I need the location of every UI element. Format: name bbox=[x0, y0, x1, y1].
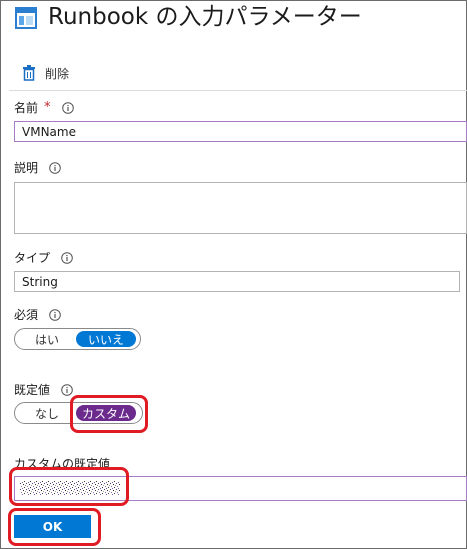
default-value-label: 既定値 bbox=[14, 383, 51, 397]
required-indicator: * bbox=[44, 100, 51, 115]
toolbar-divider bbox=[9, 90, 467, 91]
name-input[interactable]: VMName bbox=[14, 121, 467, 142]
custom-default-label: カスタムの既定値 bbox=[14, 457, 111, 471]
page-title: Runbook の入力パラメーター bbox=[48, 4, 362, 30]
redacted-value bbox=[20, 481, 120, 495]
name-label-row: 名前 * bbox=[14, 99, 74, 116]
info-icon[interactable] bbox=[49, 161, 61, 174]
trash-icon bbox=[23, 65, 35, 81]
name-label: 名前 bbox=[14, 101, 39, 115]
description-textarea[interactable] bbox=[14, 182, 467, 234]
mandatory-toggle[interactable]: はい いいえ bbox=[14, 328, 141, 350]
mandatory-label: 必須 bbox=[14, 308, 39, 322]
type-label: タイプ bbox=[14, 251, 51, 265]
info-icon[interactable] bbox=[49, 308, 61, 321]
default-label-row: 既定値 bbox=[14, 381, 73, 398]
type-label-row: タイプ bbox=[14, 249, 73, 266]
mandatory-label-row: 必須 bbox=[14, 306, 61, 323]
mandatory-option-yes[interactable]: はい bbox=[18, 331, 76, 347]
description-label-row: 説明 bbox=[14, 159, 61, 176]
type-dropdown[interactable]: String bbox=[14, 271, 460, 292]
delete-button[interactable]: 削除 bbox=[22, 63, 69, 83]
mandatory-option-no[interactable]: いいえ bbox=[76, 331, 136, 347]
info-icon[interactable] bbox=[61, 251, 73, 264]
default-value-toggle[interactable]: なし カスタム bbox=[14, 402, 143, 424]
delete-label: 削除 bbox=[45, 66, 70, 81]
info-icon[interactable] bbox=[61, 383, 73, 396]
default-option-custom[interactable]: カスタム bbox=[76, 405, 136, 421]
description-label: 説明 bbox=[14, 161, 39, 175]
info-icon[interactable] bbox=[61, 101, 74, 114]
blade-icon bbox=[15, 7, 37, 29]
default-option-none[interactable]: なし bbox=[18, 405, 76, 421]
custom-default-label-row: カスタムの既定値 bbox=[14, 455, 110, 472]
ok-button[interactable]: OK bbox=[14, 515, 91, 538]
